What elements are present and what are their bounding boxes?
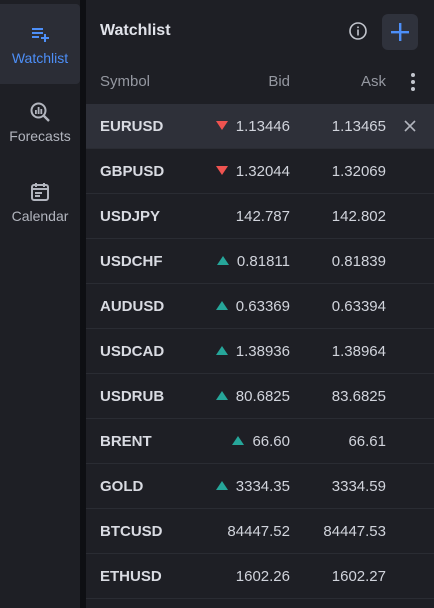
more-vertical-icon[interactable] <box>408 72 418 92</box>
symbol-cell: EURUSD <box>100 118 164 135</box>
triangle-down-icon <box>216 166 228 175</box>
ask-cell: 84447.53 <box>323 523 386 540</box>
symbol-cell: GBPUSD <box>100 163 165 180</box>
symbol-cell: GOLD <box>100 478 144 495</box>
symbol-cell: AUDUSD <box>100 298 165 315</box>
bid-cell: 3334.35 <box>235 478 290 495</box>
table-row[interactable]: EURUSD 1.13446 1.13465 <box>86 104 434 149</box>
symbol-cell: BTCUSD <box>100 523 163 540</box>
symbol-cell: USDCHF <box>100 253 163 270</box>
bid-cell: 80.6825 <box>235 388 290 405</box>
column-header-row: Symbol Bid Ask <box>86 60 434 102</box>
sidebar-item-label: Calendar <box>11 208 69 224</box>
sidebar: Watchlist Forecasts Calendar <box>0 0 80 608</box>
table-row[interactable]: BRENT 66.60 66.61 <box>86 419 434 464</box>
sidebar-item-forecasts[interactable]: Forecasts <box>0 100 80 156</box>
panel-header: Watchlist <box>86 0 434 60</box>
column-header-ask[interactable]: Ask <box>361 73 386 90</box>
ask-cell: 83.6825 <box>331 388 386 405</box>
ask-cell: 3334.59 <box>331 478 386 495</box>
triangle-up-icon <box>216 481 228 490</box>
watchlist-table: EURUSD 1.13446 1.13465 GBPUSD 1.32044 1.32069… <box>86 104 434 599</box>
table-row[interactable]: GBPUSD 1.32044 1.32069 <box>86 149 434 194</box>
sidebar-item-calendar[interactable]: Calendar <box>0 180 80 236</box>
table-row[interactable]: AUDUSD 0.63369 0.63394 <box>86 284 434 329</box>
table-row[interactable]: ETHUSD 1602.26 1602.27 <box>86 554 434 599</box>
symbol-cell: USDRUB <box>100 388 165 405</box>
forecasts-icon <box>30 102 50 122</box>
ask-cell: 1602.27 <box>331 568 386 585</box>
bid-cell: 1602.26 <box>235 568 290 585</box>
triangle-up-icon <box>216 346 228 355</box>
ask-cell: 142.802 <box>331 208 386 225</box>
bid-cell: 142.787 <box>235 208 290 225</box>
ask-cell: 1.38964 <box>331 343 386 360</box>
table-row[interactable]: GOLD 3334.35 3334.59 <box>86 464 434 509</box>
symbol-cell: ETHUSD <box>100 568 162 585</box>
add-symbol-button[interactable] <box>382 14 418 50</box>
ask-cell: 1.32069 <box>331 163 386 180</box>
page-title: Watchlist <box>100 22 171 39</box>
sidebar-item-label: Forecasts <box>9 128 71 144</box>
triangle-up-icon <box>216 391 228 400</box>
sidebar-item-watchlist[interactable]: Watchlist <box>0 4 80 84</box>
bid-cell: 1.13446 <box>235 118 290 135</box>
watchlist-icon <box>32 28 49 42</box>
watchlist-panel: Watchlist Symbol Bid Ask EURUSD 1.13446 1.… <box>86 0 434 608</box>
ask-cell: 1.13465 <box>331 118 386 135</box>
column-header-bid[interactable]: Bid <box>268 73 290 90</box>
calendar-icon <box>31 183 49 201</box>
symbol-cell: BRENT <box>100 433 152 450</box>
bid-cell: 1.38936 <box>235 343 290 360</box>
ask-cell: 66.61 <box>348 433 386 450</box>
table-row[interactable]: USDRUB 80.6825 83.6825 <box>86 374 434 419</box>
table-row[interactable]: USDCAD 1.38936 1.38964 <box>86 329 434 374</box>
triangle-down-icon <box>216 121 228 130</box>
triangle-up-icon <box>216 301 228 310</box>
info-icon[interactable] <box>348 21 368 41</box>
symbol-cell: USDCAD <box>100 343 165 360</box>
bid-cell: 84447.52 <box>227 523 290 540</box>
triangle-up-icon <box>232 436 244 445</box>
bid-cell: 1.32044 <box>235 163 290 180</box>
triangle-up-icon <box>217 256 229 265</box>
ask-cell: 0.63394 <box>331 298 386 315</box>
table-row[interactable]: USDJPY 142.787 142.802 <box>86 194 434 239</box>
ask-cell: 0.81839 <box>331 253 386 270</box>
close-icon[interactable] <box>404 120 416 132</box>
table-row[interactable]: USDCHF 0.81811 0.81839 <box>86 239 434 284</box>
table-row[interactable]: BTCUSD 84447.52 84447.53 <box>86 509 434 554</box>
sidebar-item-label: Watchlist <box>11 50 69 66</box>
bid-cell: 0.81811 <box>236 253 290 270</box>
bid-cell: 66.60 <box>252 433 290 450</box>
plus-icon <box>391 23 409 41</box>
bid-cell: 0.63369 <box>235 298 290 315</box>
symbol-cell: USDJPY <box>100 208 161 225</box>
column-header-symbol[interactable]: Symbol <box>100 73 150 90</box>
